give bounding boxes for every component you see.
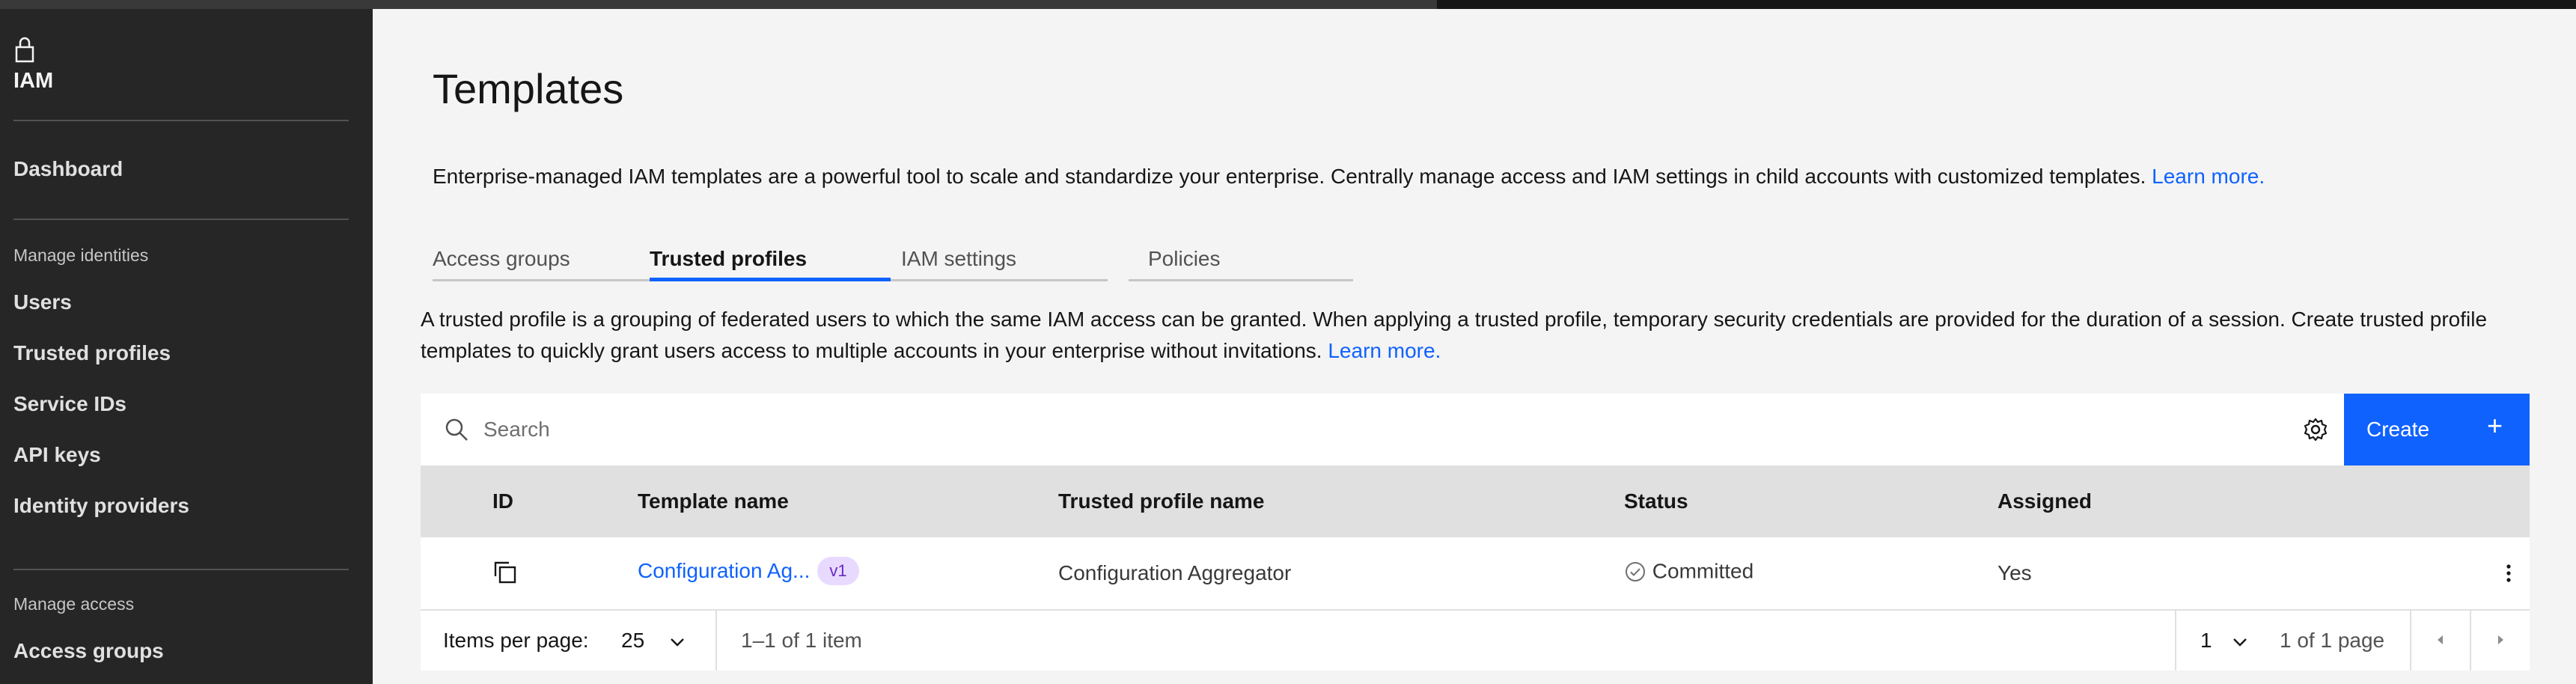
table-toolbar: Create + bbox=[421, 394, 2530, 465]
tab-policies[interactable]: Policies bbox=[1129, 233, 1353, 281]
previous-page-button[interactable] bbox=[2411, 611, 2470, 671]
tab-description: A trusted profile is a grouping of feder… bbox=[421, 304, 2554, 367]
item-range-text: 1–1 of 1 item bbox=[741, 629, 862, 652]
tab-access-groups[interactable]: Access groups bbox=[433, 233, 650, 281]
status-text: Committed bbox=[1652, 559, 1754, 583]
page-select-value: 1 bbox=[2200, 629, 2212, 652]
table-header: ID Template name Trusted profile name St… bbox=[421, 465, 2530, 537]
tab-iam-settings[interactable]: IAM settings bbox=[891, 233, 1108, 281]
create-button[interactable]: Create + bbox=[2344, 394, 2530, 465]
sidebar-item-api-keys[interactable]: API keys bbox=[13, 443, 101, 467]
table-settings-button[interactable] bbox=[2280, 394, 2351, 465]
plus-icon: + bbox=[2486, 410, 2503, 441]
version-tag: v1 bbox=[817, 557, 859, 585]
sidebar-item-identity-providers[interactable]: Identity providers bbox=[13, 494, 189, 518]
sidebar-item-service-ids[interactable]: Service IDs bbox=[13, 392, 126, 416]
items-per-page-label: Items per page: bbox=[443, 629, 589, 652]
caret-left-icon bbox=[2438, 635, 2443, 644]
top-strip-left bbox=[0, 0, 1437, 9]
column-header-trusted-profile-name[interactable]: Trusted profile name bbox=[1058, 489, 1264, 513]
sidebar-item-trusted-profiles[interactable]: Trusted profiles bbox=[13, 341, 171, 365]
sidebar-item-users[interactable]: Users bbox=[13, 290, 72, 314]
pagination: Items per page: 25 1–1 of 1 item 1 1 of … bbox=[421, 611, 2530, 671]
chevron-down-icon bbox=[2233, 638, 2247, 647]
top-strip bbox=[0, 0, 2576, 9]
status-cell: Committed bbox=[1624, 558, 1754, 584]
main-content: Templates Enterprise-managed IAM templat… bbox=[373, 9, 2576, 684]
next-page-button[interactable] bbox=[2471, 611, 2530, 671]
sidebar-section-identities: Manage identities bbox=[13, 245, 149, 265]
intro-body: Enterprise-managed IAM templates are a p… bbox=[433, 165, 2146, 188]
intro-text: Enterprise-managed IAM templates are a p… bbox=[433, 165, 2265, 189]
page-title: Templates bbox=[433, 65, 624, 112]
template-name-cell: Configuration Ag... v1 bbox=[638, 557, 859, 585]
pagination-divider bbox=[715, 611, 717, 671]
column-header-assigned[interactable]: Assigned bbox=[1997, 489, 2092, 513]
gear-icon bbox=[2304, 418, 2328, 442]
table-row: Configuration Ag... v1 Configuration Aggr… bbox=[421, 537, 2530, 611]
caret-right-icon bbox=[2498, 635, 2503, 644]
items-per-page-value: 25 bbox=[621, 629, 645, 652]
overflow-menu-vertical-icon bbox=[2506, 564, 2511, 582]
assigned-cell: Yes bbox=[1997, 561, 2032, 584]
trusted-profile-name-cell: Configuration Aggregator bbox=[1058, 561, 1292, 584]
column-header-status[interactable]: Status bbox=[1624, 489, 1688, 513]
tab-description-body: A trusted profile is a grouping of feder… bbox=[421, 308, 2488, 362]
copy-icon bbox=[494, 561, 516, 584]
sidebar-item-dashboard[interactable]: Dashboard bbox=[13, 157, 123, 181]
search-icon bbox=[445, 418, 468, 441]
tab-trusted-profiles-label: Trusted profiles bbox=[650, 247, 808, 270]
pagination-divider bbox=[2175, 611, 2176, 671]
sidebar-divider bbox=[13, 120, 349, 121]
page-of-text: 1 of 1 page bbox=[2280, 629, 2385, 652]
sidebar-divider bbox=[13, 569, 349, 570]
sidebar-brand: IAM bbox=[13, 69, 54, 93]
intro-learn-more-link[interactable]: Learn more. bbox=[2152, 165, 2265, 188]
template-name-link[interactable]: Configuration Ag... bbox=[638, 559, 810, 582]
create-button-label: Create bbox=[2366, 418, 2430, 441]
copy-id-button[interactable] bbox=[492, 560, 518, 590]
sidebar-item-access-groups[interactable]: Access groups bbox=[13, 639, 164, 663]
page-select[interactable]: 1 bbox=[2200, 611, 2249, 671]
sidebar: IAM Dashboard Manage identities Users Tr… bbox=[0, 9, 373, 684]
tab-learn-more-link[interactable]: Learn more. bbox=[1328, 339, 1441, 362]
row-overflow-menu-button[interactable] bbox=[2494, 558, 2524, 588]
column-header-id[interactable]: ID bbox=[492, 489, 513, 513]
tab-trusted-profiles[interactable]: Trusted profiles bbox=[650, 233, 891, 281]
checkmark-outline-icon bbox=[1626, 561, 1645, 581]
templates-table: Create + ID Template name Trusted profil… bbox=[421, 394, 2530, 678]
lock-icon bbox=[15, 37, 34, 63]
sidebar-section-access: Manage access bbox=[13, 594, 135, 614]
items-per-page-select[interactable]: 25 bbox=[621, 611, 686, 671]
chevron-down-icon bbox=[671, 638, 684, 647]
column-header-template-name[interactable]: Template name bbox=[638, 489, 789, 513]
search-input[interactable] bbox=[483, 407, 2519, 452]
sidebar-divider bbox=[13, 219, 349, 220]
